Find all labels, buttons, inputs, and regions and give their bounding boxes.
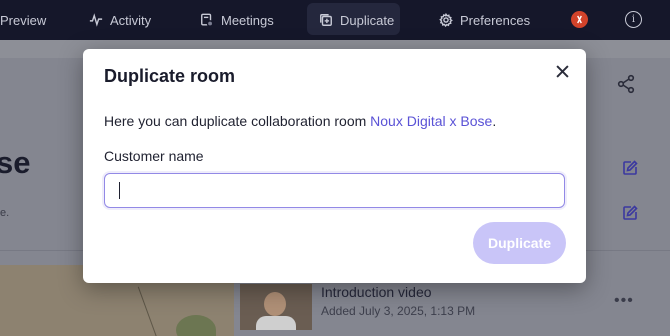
customer-name-input[interactable] bbox=[104, 173, 565, 208]
more-options-icon[interactable]: ••• bbox=[614, 292, 634, 310]
dialog-title: Duplicate room bbox=[104, 66, 236, 86]
share-icon[interactable] bbox=[616, 74, 636, 99]
room-subtitle: e. bbox=[0, 207, 10, 219]
tab-label: Meetings bbox=[221, 12, 274, 28]
edit-title-icon[interactable] bbox=[622, 160, 638, 181]
activity-icon bbox=[89, 13, 103, 27]
customer-name-label: Customer name bbox=[104, 148, 204, 164]
edit-description-icon[interactable] bbox=[622, 205, 638, 226]
tab-duplicate[interactable]: Duplicate bbox=[319, 0, 394, 40]
duplicate-icon bbox=[320, 14, 332, 26]
close-icon bbox=[555, 64, 569, 78]
text-caret bbox=[119, 182, 120, 199]
tab-label: Preferences bbox=[460, 12, 531, 28]
room-link[interactable]: Noux Digital x Bose bbox=[370, 113, 492, 129]
avatar[interactable] bbox=[571, 11, 588, 28]
tab-activity[interactable]: Activity bbox=[89, 0, 151, 40]
dialog-description: Here you can duplicate collaboration roo… bbox=[104, 113, 496, 129]
duplicate-button[interactable]: Duplicate bbox=[473, 222, 566, 264]
video-meta: Added July 3, 2025, 1:13 PM bbox=[321, 304, 476, 318]
logo-icon bbox=[577, 15, 582, 24]
info-icon[interactable]: i bbox=[625, 11, 642, 28]
meetings-icon bbox=[201, 13, 214, 27]
description-suffix: . bbox=[492, 113, 497, 129]
gear-icon bbox=[439, 13, 453, 27]
room-title: se bbox=[0, 145, 31, 180]
description-text: Here you can duplicate collaboration roo… bbox=[104, 113, 371, 129]
info-glyph: i bbox=[631, 14, 636, 25]
tab-meetings[interactable]: Meetings bbox=[200, 0, 274, 40]
tab-preferences[interactable]: Preferences bbox=[439, 0, 530, 40]
top-nav: Preview Activity Meetings Duplicate Pref… bbox=[0, 0, 670, 40]
tab-preview[interactable]: Preview bbox=[0, 0, 46, 40]
tab-label: Duplicate bbox=[340, 12, 395, 28]
video-title: Introduction video bbox=[321, 284, 432, 300]
duplicate-room-dialog: Duplicate room Here you can duplicate co… bbox=[83, 49, 586, 283]
tab-label: Activity bbox=[110, 12, 152, 28]
tab-label: Preview bbox=[0, 12, 47, 28]
video-thumbnail[interactable] bbox=[240, 284, 312, 330]
close-button[interactable] bbox=[552, 61, 572, 81]
